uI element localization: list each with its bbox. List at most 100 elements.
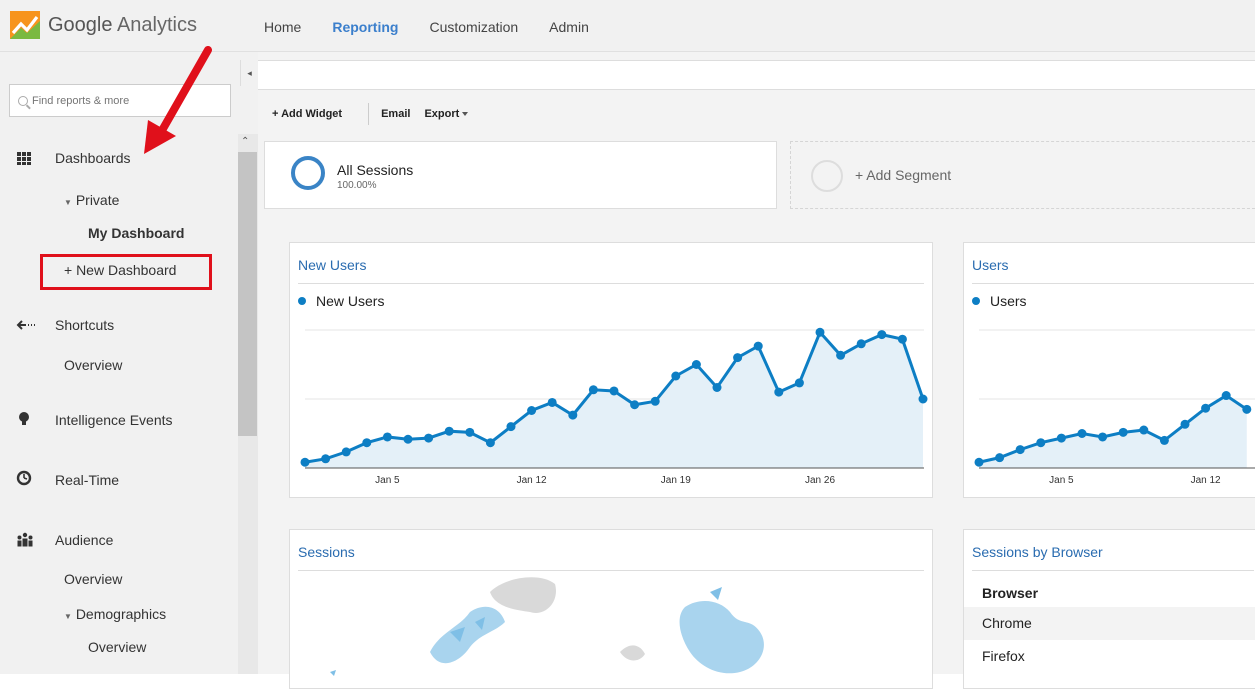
new-dashboard-link[interactable]: + New Dashboard [64,262,176,278]
google-analytics-logo[interactable]: Google Analytics [10,11,197,39]
data-point[interactable] [341,447,351,457]
data-point[interactable] [403,434,413,444]
data-point[interactable] [1180,419,1190,429]
data-point[interactable] [974,457,984,467]
data-point[interactable] [1159,435,1169,445]
top-bar: Google Analytics Home Reporting Customiz… [0,0,1255,59]
sidebar-item-shortcuts[interactable]: Shortcuts [55,317,114,333]
main-content: + Add Widget Email Export All Sessions 1… [258,52,1255,689]
data-point[interactable] [362,438,372,448]
widget-title[interactable]: New Users [298,257,366,273]
data-point[interactable] [671,371,681,381]
divider [972,570,1254,571]
data-point[interactable] [691,360,701,369]
search-input[interactable] [32,94,222,107]
data-point[interactable] [1098,432,1108,442]
data-point[interactable] [1118,427,1128,437]
scroll-up-icon[interactable]: ⌃ [241,136,249,147]
widget-title[interactable]: Sessions by Browser [972,544,1103,560]
data-point[interactable] [753,341,763,351]
data-point[interactable] [424,433,434,443]
sidebar-item-real-time[interactable]: Real-Time [55,472,119,488]
data-point[interactable] [918,394,928,404]
search-box[interactable] [9,84,231,117]
sidebar-item-my-dashboard[interactable]: My Dashboard [88,225,184,241]
sidebar-item-intelligence-events[interactable]: Intelligence Events [55,412,173,428]
data-point[interactable] [650,396,660,406]
sidebar-item-dashboards[interactable]: Dashboards [55,150,131,166]
world-map[interactable] [290,572,934,682]
data-point[interactable] [547,397,557,407]
search-icon [18,95,28,106]
data-point[interactable] [1015,445,1025,455]
data-point[interactable] [1201,403,1211,413]
divider [298,570,924,571]
data-point[interactable] [568,410,578,420]
triangle-down-icon: ▼ [64,198,72,207]
data-point[interactable] [300,457,310,467]
tab-admin[interactable]: Admin [549,0,589,52]
data-point[interactable] [1036,438,1046,448]
data-point[interactable] [485,438,495,448]
data-point[interactable] [1139,425,1149,435]
data-point[interactable] [465,427,475,437]
export-button[interactable]: Export [424,108,469,120]
segment-percentage: 100.00% [337,180,377,191]
sidebar-item-shortcuts-overview[interactable]: Overview [64,357,122,373]
data-point[interactable] [527,406,537,415]
dashboards-grid-icon [17,152,31,165]
data-point[interactable] [1242,404,1252,414]
sidebar-item-demographics[interactable]: ▼ Demographics [64,606,166,622]
sidebar-scroll-thumb[interactable] [238,152,257,436]
sidebar-item-private[interactable]: ▼ Private [64,192,119,208]
email-button[interactable]: Email [381,108,410,120]
x-tick-label: Jan 26 [805,475,835,486]
audience-people-icon [17,532,33,547]
data-point[interactable] [712,383,722,392]
add-widget-button[interactable]: + Add Widget [272,108,342,120]
data-point[interactable] [588,385,598,395]
caret-down-icon [462,112,469,117]
data-point[interactable] [995,453,1005,463]
data-point[interactable] [794,378,804,388]
x-tick-label: Jan 5 [1049,475,1074,486]
clock-icon [16,470,32,486]
sidebar-item-demographics-overview[interactable]: Overview [88,639,146,655]
data-point[interactable] [774,387,784,397]
tab-customization[interactable]: Customization [429,0,518,52]
collapse-sidebar-button[interactable]: ◂ [240,60,258,86]
data-point[interactable] [609,386,619,396]
x-tick-label: Jan 5 [375,475,400,486]
tab-reporting[interactable]: Reporting [332,0,399,59]
data-point[interactable] [836,350,846,360]
table-row[interactable]: Chrome [964,607,1255,640]
data-point[interactable] [382,432,392,442]
data-point[interactable] [897,334,907,344]
data-point[interactable] [506,422,516,432]
analytics-logo-icon [10,11,40,39]
sidebar-item-audience-overview[interactable]: Overview [64,571,122,587]
data-point[interactable] [321,454,331,464]
data-point[interactable] [630,400,640,410]
data-point[interactable] [1077,429,1087,438]
data-point[interactable] [815,327,825,337]
segment-all-sessions[interactable]: All Sessions 100.00% [264,141,777,209]
data-point[interactable] [856,339,866,349]
data-point[interactable] [1221,391,1231,401]
sidebar-item-private-label: Private [75,192,120,208]
table-row[interactable]: Firefox [964,640,1255,673]
dashboard-toolbar: + Add Widget Email Export [258,90,1255,138]
tab-home[interactable]: Home [264,0,301,52]
widget-title[interactable]: Sessions [298,544,355,560]
shortcuts-icon [16,320,35,330]
table-header-browser[interactable]: Browser [964,575,1255,607]
sidebar-item-audience[interactable]: Audience [55,532,113,548]
data-point[interactable] [877,330,887,340]
x-tick-label: Jan 19 [661,475,691,486]
add-segment-button[interactable]: + Add Segment [790,141,1255,209]
data-point[interactable] [1056,433,1066,443]
data-point[interactable] [733,353,743,363]
data-point[interactable] [444,426,454,436]
logo-text: Google Analytics [48,13,197,36]
widget-title[interactable]: Users [972,257,1009,273]
